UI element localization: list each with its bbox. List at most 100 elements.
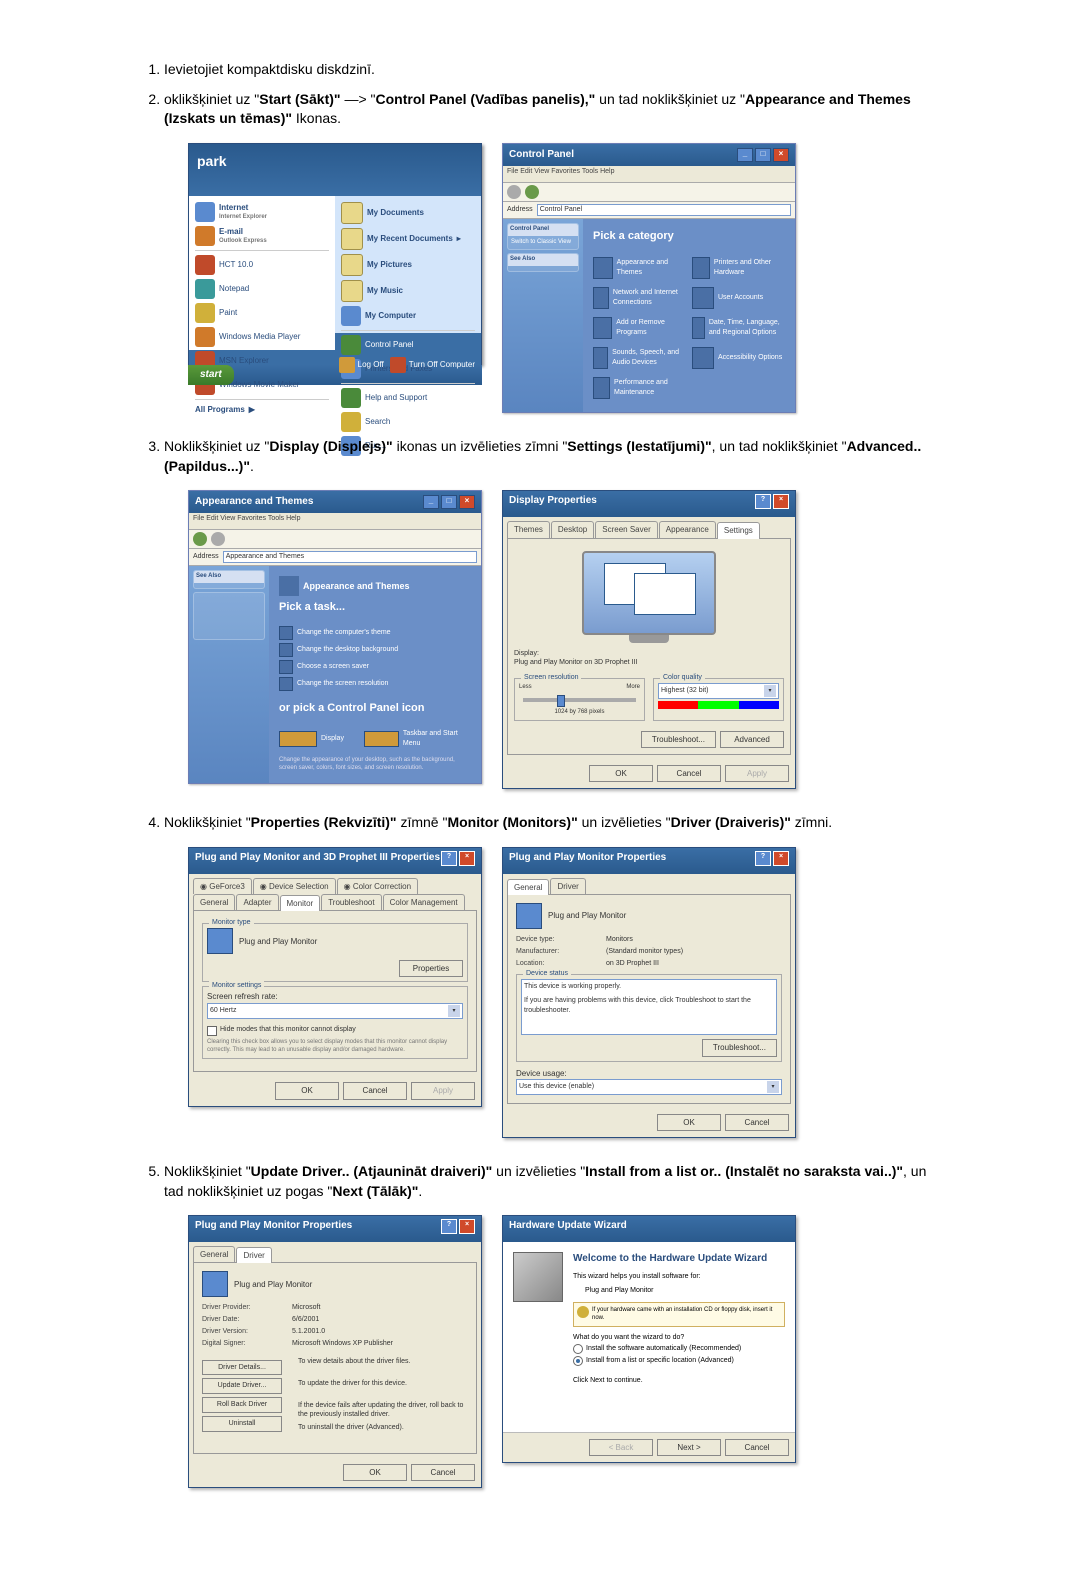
close-icon[interactable]: × bbox=[459, 495, 475, 509]
minimize-icon[interactable]: _ bbox=[737, 148, 753, 162]
cat-user[interactable]: User Accounts bbox=[692, 287, 785, 309]
start-item-recent[interactable]: My Recent Documents ▸ bbox=[335, 226, 481, 252]
hide-modes-checkbox[interactable]: Hide modes that this monitor cannot disp… bbox=[207, 1025, 463, 1036]
update-driver-button[interactable]: Update Driver... bbox=[202, 1378, 282, 1394]
task-theme[interactable]: Change the computer's theme bbox=[279, 626, 471, 640]
tab-settings[interactable]: Settings bbox=[717, 522, 760, 538]
cancel-button[interactable]: Cancel bbox=[725, 1114, 789, 1131]
start-button[interactable]: start bbox=[188, 365, 234, 385]
task-resolution[interactable]: Change the screen resolution bbox=[279, 677, 471, 691]
close-icon[interactable]: × bbox=[773, 851, 789, 866]
start-item-music[interactable]: My Music bbox=[335, 278, 481, 304]
monitor-icon bbox=[516, 903, 542, 929]
apply-button[interactable]: Apply bbox=[411, 1082, 475, 1099]
tab-desktop[interactable]: Desktop bbox=[551, 521, 594, 537]
tab-general[interactable]: General bbox=[193, 1246, 235, 1262]
cat-accessibility[interactable]: Accessibility Options bbox=[692, 347, 785, 369]
tab-screensaver[interactable]: Screen Saver bbox=[595, 521, 657, 537]
tab-general[interactable]: General bbox=[193, 894, 235, 910]
maximize-icon[interactable]: □ bbox=[755, 148, 771, 162]
back-button[interactable]: < Back bbox=[589, 1439, 653, 1456]
tab-color-correction[interactable]: ◉ Color Correction bbox=[337, 878, 418, 894]
start-item-search[interactable]: Search bbox=[335, 410, 481, 434]
minimize-icon[interactable]: _ bbox=[423, 495, 439, 509]
cat-appearance[interactable]: Appearance and Themes bbox=[593, 257, 686, 279]
ok-button[interactable]: OK bbox=[275, 1082, 339, 1099]
tab-driver[interactable]: Driver bbox=[236, 1247, 271, 1263]
forward-icon[interactable] bbox=[525, 185, 539, 199]
radio-install-from-list[interactable]: Install from a list or specific location… bbox=[573, 1356, 785, 1366]
tab-appearance[interactable]: Appearance bbox=[659, 521, 716, 537]
ok-button[interactable]: OK bbox=[343, 1464, 407, 1481]
maximize-icon[interactable]: □ bbox=[441, 495, 457, 509]
icon-display[interactable]: Display bbox=[279, 729, 344, 749]
close-icon[interactable]: × bbox=[773, 148, 789, 162]
resolution-slider[interactable] bbox=[523, 698, 636, 702]
cat-printers[interactable]: Printers and Other Hardware bbox=[692, 257, 785, 279]
tab-color-mgmt[interactable]: Color Management bbox=[383, 894, 465, 910]
cancel-button[interactable]: Cancel bbox=[657, 765, 721, 782]
start-item-help[interactable]: Help and Support bbox=[335, 386, 481, 410]
menubar[interactable]: File Edit View Favorites Tools Help bbox=[503, 166, 795, 183]
start-item-wmp[interactable]: Windows Media Player bbox=[189, 325, 335, 349]
help-icon[interactable]: ? bbox=[441, 851, 457, 866]
cat-sound[interactable]: Sounds, Speech, and Audio Devices bbox=[593, 347, 686, 369]
advanced-button[interactable]: Advanced bbox=[720, 731, 784, 748]
tab-themes[interactable]: Themes bbox=[507, 521, 550, 537]
tab-general[interactable]: General bbox=[507, 879, 549, 895]
cat-datetime[interactable]: Date, Time, Language, and Regional Optio… bbox=[692, 317, 785, 339]
back-icon[interactable] bbox=[507, 185, 521, 199]
uninstall-button[interactable]: Uninstall bbox=[202, 1416, 282, 1432]
next-button[interactable]: Next > bbox=[657, 1439, 721, 1456]
tab-geforce[interactable]: ◉ GeForce3 bbox=[193, 878, 252, 894]
apply-button[interactable]: Apply bbox=[725, 765, 789, 782]
ok-button[interactable]: OK bbox=[589, 765, 653, 782]
driver-details-button[interactable]: Driver Details... bbox=[202, 1360, 282, 1376]
radio-auto-install[interactable]: Install the software automatically (Reco… bbox=[573, 1344, 785, 1354]
ok-button[interactable]: OK bbox=[657, 1114, 721, 1131]
cat-performance[interactable]: Performance and Maintenance bbox=[593, 377, 686, 399]
tab-device-selection[interactable]: ◉ Device Selection bbox=[253, 878, 336, 894]
start-item-all-programs[interactable]: All Programs ▶ bbox=[189, 402, 335, 417]
start-item-my-computer[interactable]: My Computer bbox=[335, 304, 481, 328]
start-item-hct[interactable]: HCT 10.0 bbox=[189, 253, 335, 277]
start-item-internet[interactable]: InternetInternet Explorer bbox=[189, 200, 335, 224]
close-icon[interactable]: × bbox=[459, 851, 475, 866]
turnoff-button[interactable]: Turn Off Computer bbox=[390, 357, 475, 373]
forward-icon[interactable] bbox=[211, 532, 225, 546]
address-field[interactable]: Appearance and Themes bbox=[223, 551, 477, 563]
icon-taskbar[interactable]: Taskbar and Start Menu bbox=[364, 729, 471, 749]
tab-monitor[interactable]: Monitor bbox=[280, 895, 321, 911]
rollback-driver-button[interactable]: Roll Back Driver bbox=[202, 1397, 282, 1413]
cancel-button[interactable]: Cancel bbox=[411, 1464, 475, 1481]
cancel-button[interactable]: Cancel bbox=[343, 1082, 407, 1099]
cat-network[interactable]: Network and Internet Connections bbox=[593, 287, 686, 309]
start-item-pictures[interactable]: My Pictures bbox=[335, 252, 481, 278]
start-item-paint[interactable]: Paint bbox=[189, 301, 335, 325]
task-screensaver[interactable]: Choose a screen saver bbox=[279, 660, 471, 674]
start-item-control-panel[interactable]: Control Panel bbox=[335, 333, 481, 357]
help-icon[interactable]: ? bbox=[441, 1219, 457, 1234]
close-icon[interactable]: × bbox=[459, 1219, 475, 1234]
color-quality-select[interactable]: Highest (32 bit)▾ bbox=[658, 683, 779, 699]
close-icon[interactable]: × bbox=[773, 494, 789, 509]
tab-driver[interactable]: Driver bbox=[550, 878, 585, 894]
refresh-rate-select[interactable]: 60 Hertz▾ bbox=[207, 1003, 463, 1019]
start-item-notepad[interactable]: Notepad bbox=[189, 277, 335, 301]
tab-adapter[interactable]: Adapter bbox=[236, 894, 278, 910]
address-field[interactable]: Control Panel bbox=[537, 204, 791, 216]
help-icon[interactable]: ? bbox=[755, 851, 771, 866]
properties-button[interactable]: Properties bbox=[399, 960, 463, 977]
cat-addremove[interactable]: Add or Remove Programs bbox=[593, 317, 686, 339]
start-item-email[interactable]: E-mailOutlook Express bbox=[189, 224, 335, 248]
help-icon[interactable]: ? bbox=[755, 494, 771, 509]
task-background[interactable]: Change the desktop background bbox=[279, 643, 471, 657]
logoff-button[interactable]: Log Off bbox=[339, 357, 384, 373]
device-usage-select[interactable]: Use this device (enable)▾ bbox=[516, 1079, 782, 1095]
troubleshoot-button[interactable]: Troubleshoot... bbox=[641, 731, 716, 748]
troubleshoot-button[interactable]: Troubleshoot... bbox=[702, 1039, 777, 1056]
start-item-my-documents[interactable]: My Documents bbox=[335, 200, 481, 226]
tab-troubleshoot[interactable]: Troubleshoot bbox=[321, 894, 381, 910]
back-icon[interactable] bbox=[193, 532, 207, 546]
cancel-button[interactable]: Cancel bbox=[725, 1439, 789, 1456]
